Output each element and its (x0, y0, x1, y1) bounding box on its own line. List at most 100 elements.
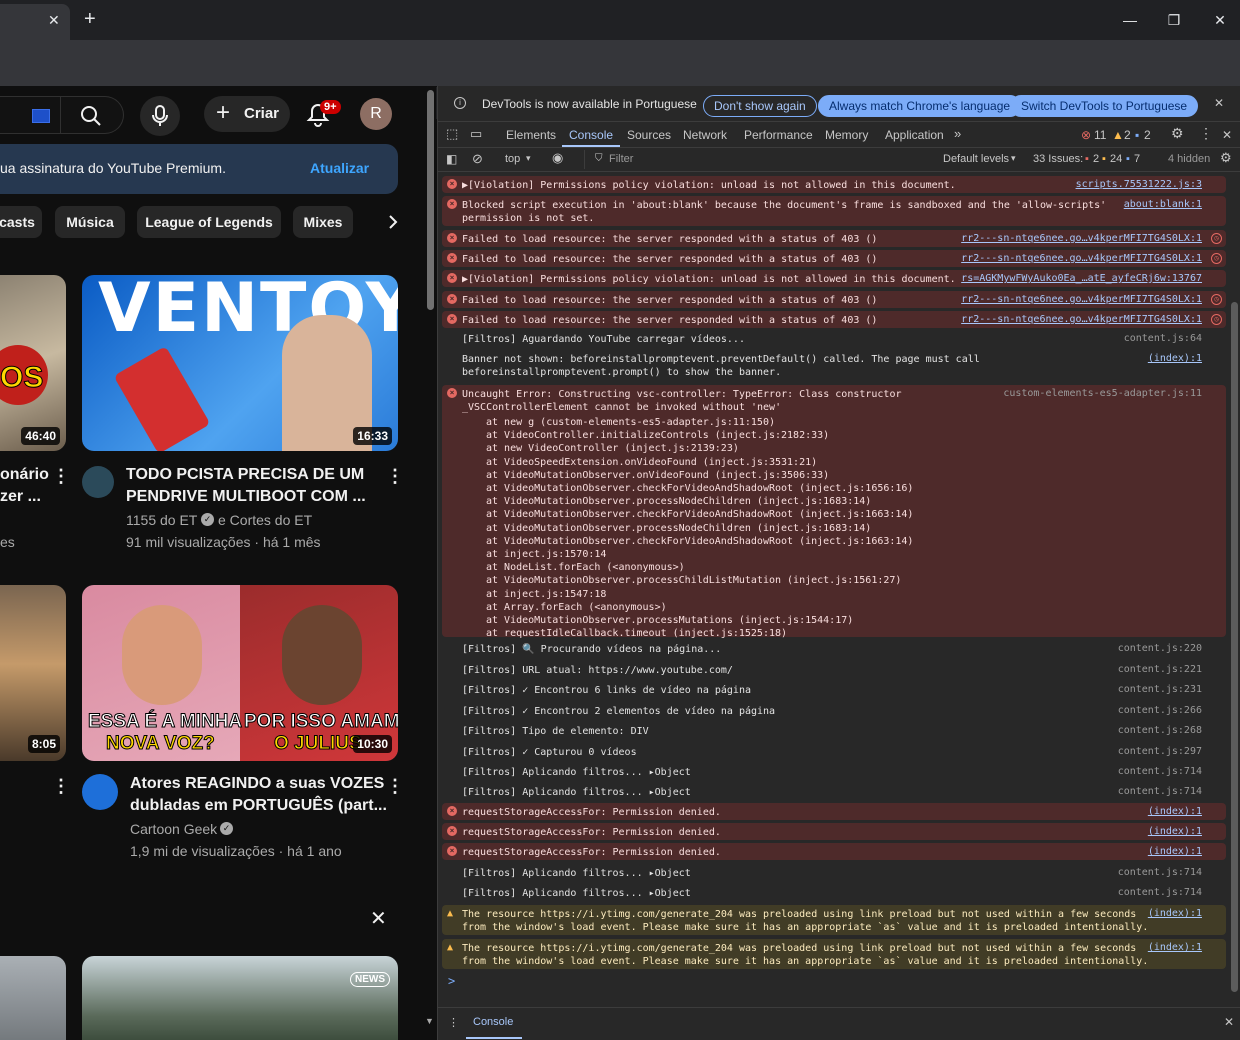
console-log-row[interactable]: [Filtros] Aplicando filtros... ▸Object co… (442, 783, 1226, 800)
drawer-menu-icon[interactable]: ⋮ (448, 1016, 459, 1029)
console-source-link[interactable]: rr2---sn-ntqe6nee.go…v4kperMFI7TG4S0LX:1 (961, 253, 1202, 264)
console-error-row[interactable]: × Blocked script execution in 'about:blan… (442, 196, 1226, 226)
video-thumbnail[interactable]: VENTOY 16:33 (82, 275, 398, 451)
tab-sources[interactable]: Sources (627, 128, 671, 142)
video-title[interactable]: TODO PCISTA PRECISA DE UM (126, 464, 364, 486)
console-log-row[interactable]: [Filtros] 🔍 Procurando vídeos na página.… (442, 640, 1226, 657)
error-count-icon[interactable]: ⊗ (1081, 128, 1091, 142)
video-thumbnail[interactable]: OS 46:40 (0, 275, 66, 451)
network-request-icon[interactable]: ◷ (1211, 233, 1222, 244)
console-error-row[interactable]: × Failed to load resource: the server res… (442, 250, 1226, 267)
avatar[interactable]: R (360, 98, 392, 130)
devtools-menu-icon[interactable]: ⋮ (1199, 125, 1213, 142)
video-title[interactable]: dubladas em PORTUGUÊS (part... (130, 795, 387, 817)
channel-name[interactable]: Cartoon Geek (130, 821, 217, 837)
console-log-row[interactable]: [Filtros] Aplicando filtros... ▸Object co… (442, 763, 1226, 780)
console-warning-row[interactable]: ▲ The resource https://i.ytimg.com/genera… (442, 939, 1226, 969)
video-thumbnail[interactable] (0, 956, 66, 1040)
console-settings-gear-icon[interactable]: ⚙ (1220, 150, 1232, 166)
video-menu-icon[interactable]: ⋮ (386, 776, 404, 797)
close-infobar-icon[interactable]: ✕ (1214, 96, 1224, 110)
video-thumbnail[interactable]: 8:05 (0, 585, 66, 761)
console-source-link[interactable]: (index):1 (1148, 908, 1202, 919)
video-title[interactable]: PENDRIVE MULTIBOOT COM ... (126, 486, 366, 508)
inspect-element-icon[interactable]: ⬚ (446, 126, 458, 142)
always-match-language-button[interactable]: Always match Chrome's language (818, 95, 1022, 117)
warning-count-icon[interactable]: ▲ (1112, 128, 1124, 142)
video-menu-icon[interactable]: ⋮ (52, 466, 70, 487)
network-request-icon[interactable]: ◷ (1211, 294, 1222, 305)
filter-input[interactable]: ⛉ Filter (584, 150, 924, 169)
minimize-button[interactable]: — (1116, 8, 1144, 32)
issues-label[interactable]: 33 Issues: (1033, 153, 1083, 165)
console-source-link[interactable]: (index):1 (1148, 353, 1202, 364)
keyboard-icon[interactable] (32, 109, 50, 123)
chip-podcasts[interactable]: casts (0, 206, 42, 238)
console-log-row[interactable]: [Filtros] Aplicando filtros... ▸Object co… (442, 864, 1226, 881)
channel-name[interactable]: 1155 do ET (126, 512, 197, 528)
console-source-link[interactable]: content.js:64 (1124, 333, 1202, 344)
device-toolbar-icon[interactable]: ▭ (470, 126, 482, 142)
tab-application[interactable]: Application (885, 128, 944, 142)
console-source-link[interactable]: content.js:297 (1118, 746, 1202, 757)
console-error-row[interactable]: × Failed to load resource: the server res… (442, 291, 1226, 308)
maximize-button[interactable]: ❐ (1160, 8, 1188, 32)
chevron-right-icon[interactable] (386, 214, 400, 230)
console-source-link[interactable]: content.js:266 (1118, 705, 1202, 716)
console-source-link[interactable]: content.js:714 (1118, 867, 1202, 878)
eye-icon[interactable]: ◉ (552, 150, 563, 166)
console-error-row[interactable]: × ▶[Violation] Permissions policy violati… (442, 270, 1226, 287)
console-source-link[interactable]: content.js:231 (1118, 684, 1202, 695)
close-window-button[interactable]: ✕ (1206, 8, 1234, 32)
console-log-row[interactable]: [Filtros] Tipo de elemento: DIV content.j… (442, 722, 1226, 739)
new-tab-button[interactable]: + (84, 8, 96, 31)
settings-gear-icon[interactable]: ⚙ (1171, 125, 1184, 142)
close-tab-icon[interactable]: ✕ (48, 12, 60, 29)
video-thumbnail[interactable]: NEWS (82, 956, 398, 1040)
log-levels-dropdown[interactable]: Default levels (943, 153, 1009, 165)
channel-avatar[interactable] (82, 774, 118, 810)
console-source-link[interactable]: rr2---sn-ntqe6nee.go…v4kperMFI7TG4S0LX:1 (961, 233, 1202, 244)
network-request-icon[interactable]: ◷ (1211, 253, 1222, 264)
more-tabs-icon[interactable]: » (954, 126, 961, 141)
console-source-link[interactable]: (index):1 (1148, 806, 1202, 817)
console-source-link[interactable]: content.js:714 (1118, 786, 1202, 797)
dont-show-again-button[interactable]: Don't show again (703, 95, 817, 117)
video-title[interactable]: zer ... (0, 486, 41, 508)
update-button[interactable]: Atualizar (310, 160, 369, 176)
close-drawer-icon[interactable]: ✕ (1224, 1015, 1234, 1029)
chip-league-of-legends[interactable]: League of Legends (137, 206, 281, 238)
close-devtools-icon[interactable]: ✕ (1222, 128, 1232, 142)
console-source-link[interactable]: content.js:268 (1118, 725, 1202, 736)
video-title[interactable]: onário (0, 464, 49, 486)
console-source-link[interactable]: content.js:714 (1118, 766, 1202, 777)
video-menu-icon[interactable]: ⋮ (52, 776, 70, 797)
console-source-link[interactable]: content.js:714 (1118, 887, 1202, 898)
switch-to-portuguese-button[interactable]: Switch DevTools to Portuguese (1010, 95, 1199, 117)
active-tab[interactable]: ✕ (0, 4, 70, 40)
chip-musica[interactable]: Música (55, 206, 125, 238)
console-source-link[interactable]: content.js:221 (1118, 664, 1202, 675)
console-log-row[interactable]: [Filtros] ✓ Capturou 0 vídeos content.js:… (442, 743, 1226, 760)
tab-network[interactable]: Network (683, 128, 727, 142)
chip-mixes[interactable]: Mixes (293, 206, 353, 238)
console-source-link[interactable]: rr2---sn-ntqe6nee.go…v4kperMFI7TG4S0LX:1 (961, 314, 1202, 325)
tab-console[interactable]: Console (569, 128, 613, 142)
tab-performance[interactable]: Performance (744, 128, 813, 142)
console-prompt[interactable]: > (448, 974, 455, 988)
channel-avatar[interactable] (82, 466, 114, 498)
console-log-row[interactable]: [Filtros] URL atual: https://www.youtube… (442, 661, 1226, 678)
create-button[interactable]: + Criar (204, 96, 290, 132)
video-title[interactable]: Atores REAGINDO a suas VOZES (130, 773, 384, 795)
console-log-row[interactable]: [Filtros] Aplicando filtros... ▸Object co… (442, 884, 1226, 901)
video-thumbnail[interactable]: ESSA É A MINHA NOVA VOZ? POR ISSO AMAM O… (82, 585, 398, 761)
console-source-link[interactable]: rs=AGKMywFWyAuko0Ea_…atE_ayfeCRj6w:13767 (961, 273, 1202, 284)
console-source-link[interactable]: (index):1 (1148, 826, 1202, 837)
search-box[interactable] (0, 96, 124, 134)
console-log-row[interactable]: Banner not shown: beforeinstallprompteve… (442, 350, 1226, 380)
info-count-icon[interactable]: ▪ (1135, 128, 1139, 142)
search-icon[interactable] (80, 105, 102, 127)
console-error-row[interactable]: × Failed to load resource: the server res… (442, 311, 1226, 328)
console-error-row[interactable]: × ▶[Violation] Permissions policy violati… (442, 176, 1226, 193)
console-source-link[interactable]: about:blank:1 (1124, 199, 1202, 210)
